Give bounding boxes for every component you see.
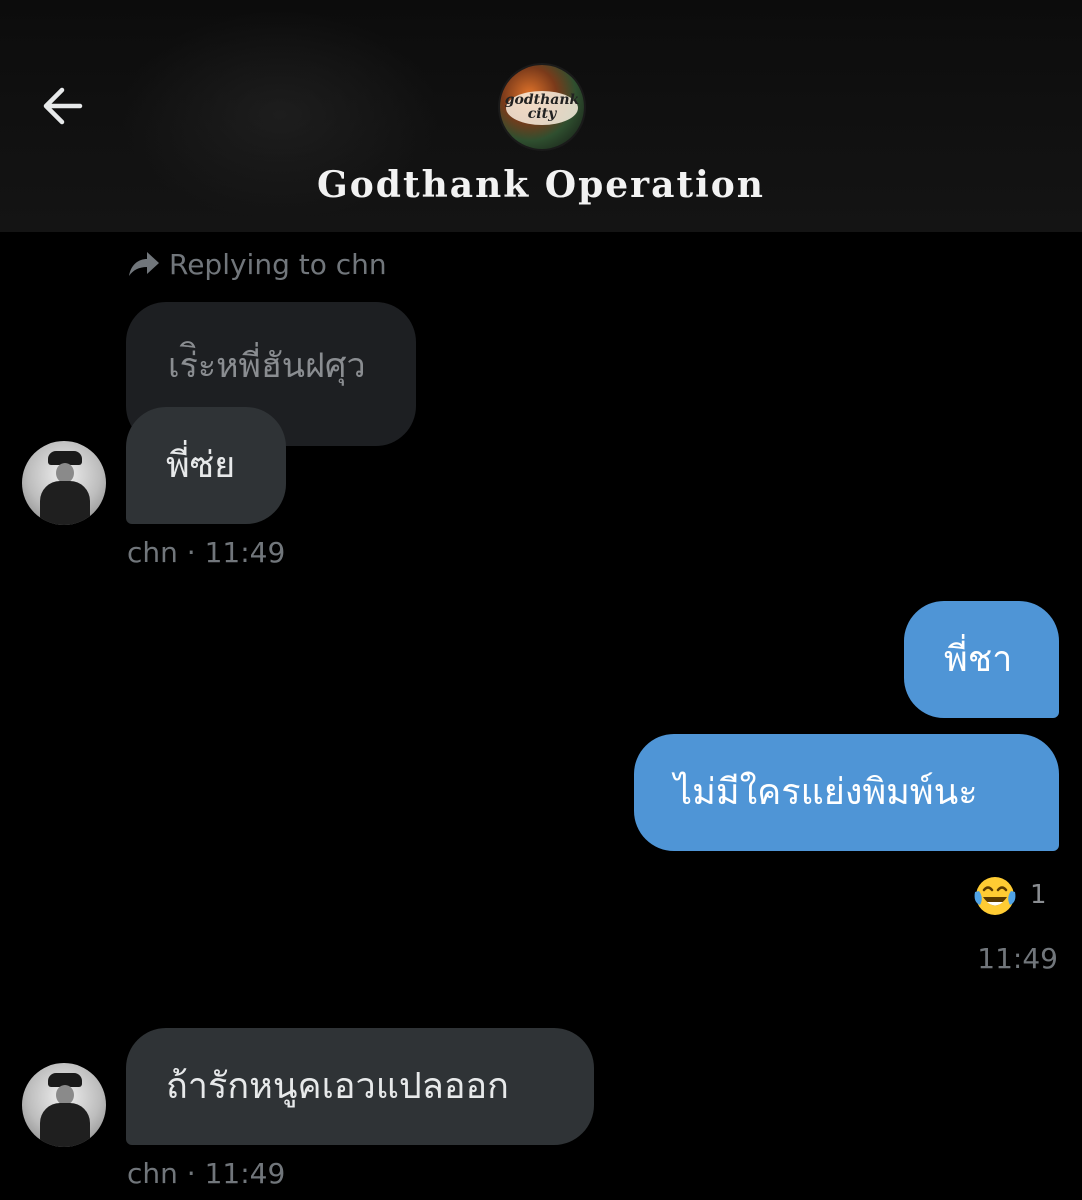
reply-arrow-icon <box>129 252 159 276</box>
back-button[interactable] <box>34 78 90 134</box>
replying-to-text: Replying to chn <box>169 247 387 281</box>
message-timestamp: 11:49 <box>977 942 1058 975</box>
conversation-header: godthank city Godthank Operation <box>0 0 1082 232</box>
group-logo-text: godthank city <box>504 92 580 122</box>
message-bubble-incoming[interactable]: ถ้ารักหนูคเอวแปลออก <box>126 1028 594 1145</box>
back-arrow-icon <box>43 87 83 125</box>
message-text: พี่ชา <box>944 638 1013 680</box>
replying-to-label: Replying to chn <box>127 244 387 284</box>
message-meta: chn · 11:49 <box>127 1157 286 1190</box>
message-bubble-incoming[interactable]: พี่ซ่ย <box>126 407 286 524</box>
quoted-message-text: เร่ิะหพี่ฮันฝศุว <box>168 346 366 386</box>
message-bubble-outgoing[interactable]: พี่ชา <box>904 601 1059 718</box>
reaction-badge[interactable]: 1 <box>972 872 1047 918</box>
message-text: พี่ซ่ย <box>166 444 236 486</box>
avatar[interactable] <box>22 1063 106 1147</box>
group-title[interactable]: Godthank Operation <box>0 164 1082 206</box>
message-bubble-outgoing[interactable]: ไม่มีใครแย่งพิมพ์นะ <box>634 734 1059 851</box>
reaction-count: 1 <box>1030 880 1047 910</box>
message-text: ถ้ารักหนูคเอวแปลออก <box>166 1065 509 1107</box>
message-text: ไม่มีใครแย่งพิมพ์นะ <box>674 771 978 813</box>
avatar[interactable] <box>22 441 106 525</box>
group-avatar[interactable]: godthank city <box>500 65 584 149</box>
message-meta: chn · 11:49 <box>127 536 286 569</box>
laughing-tears-emoji-icon <box>974 877 1016 915</box>
